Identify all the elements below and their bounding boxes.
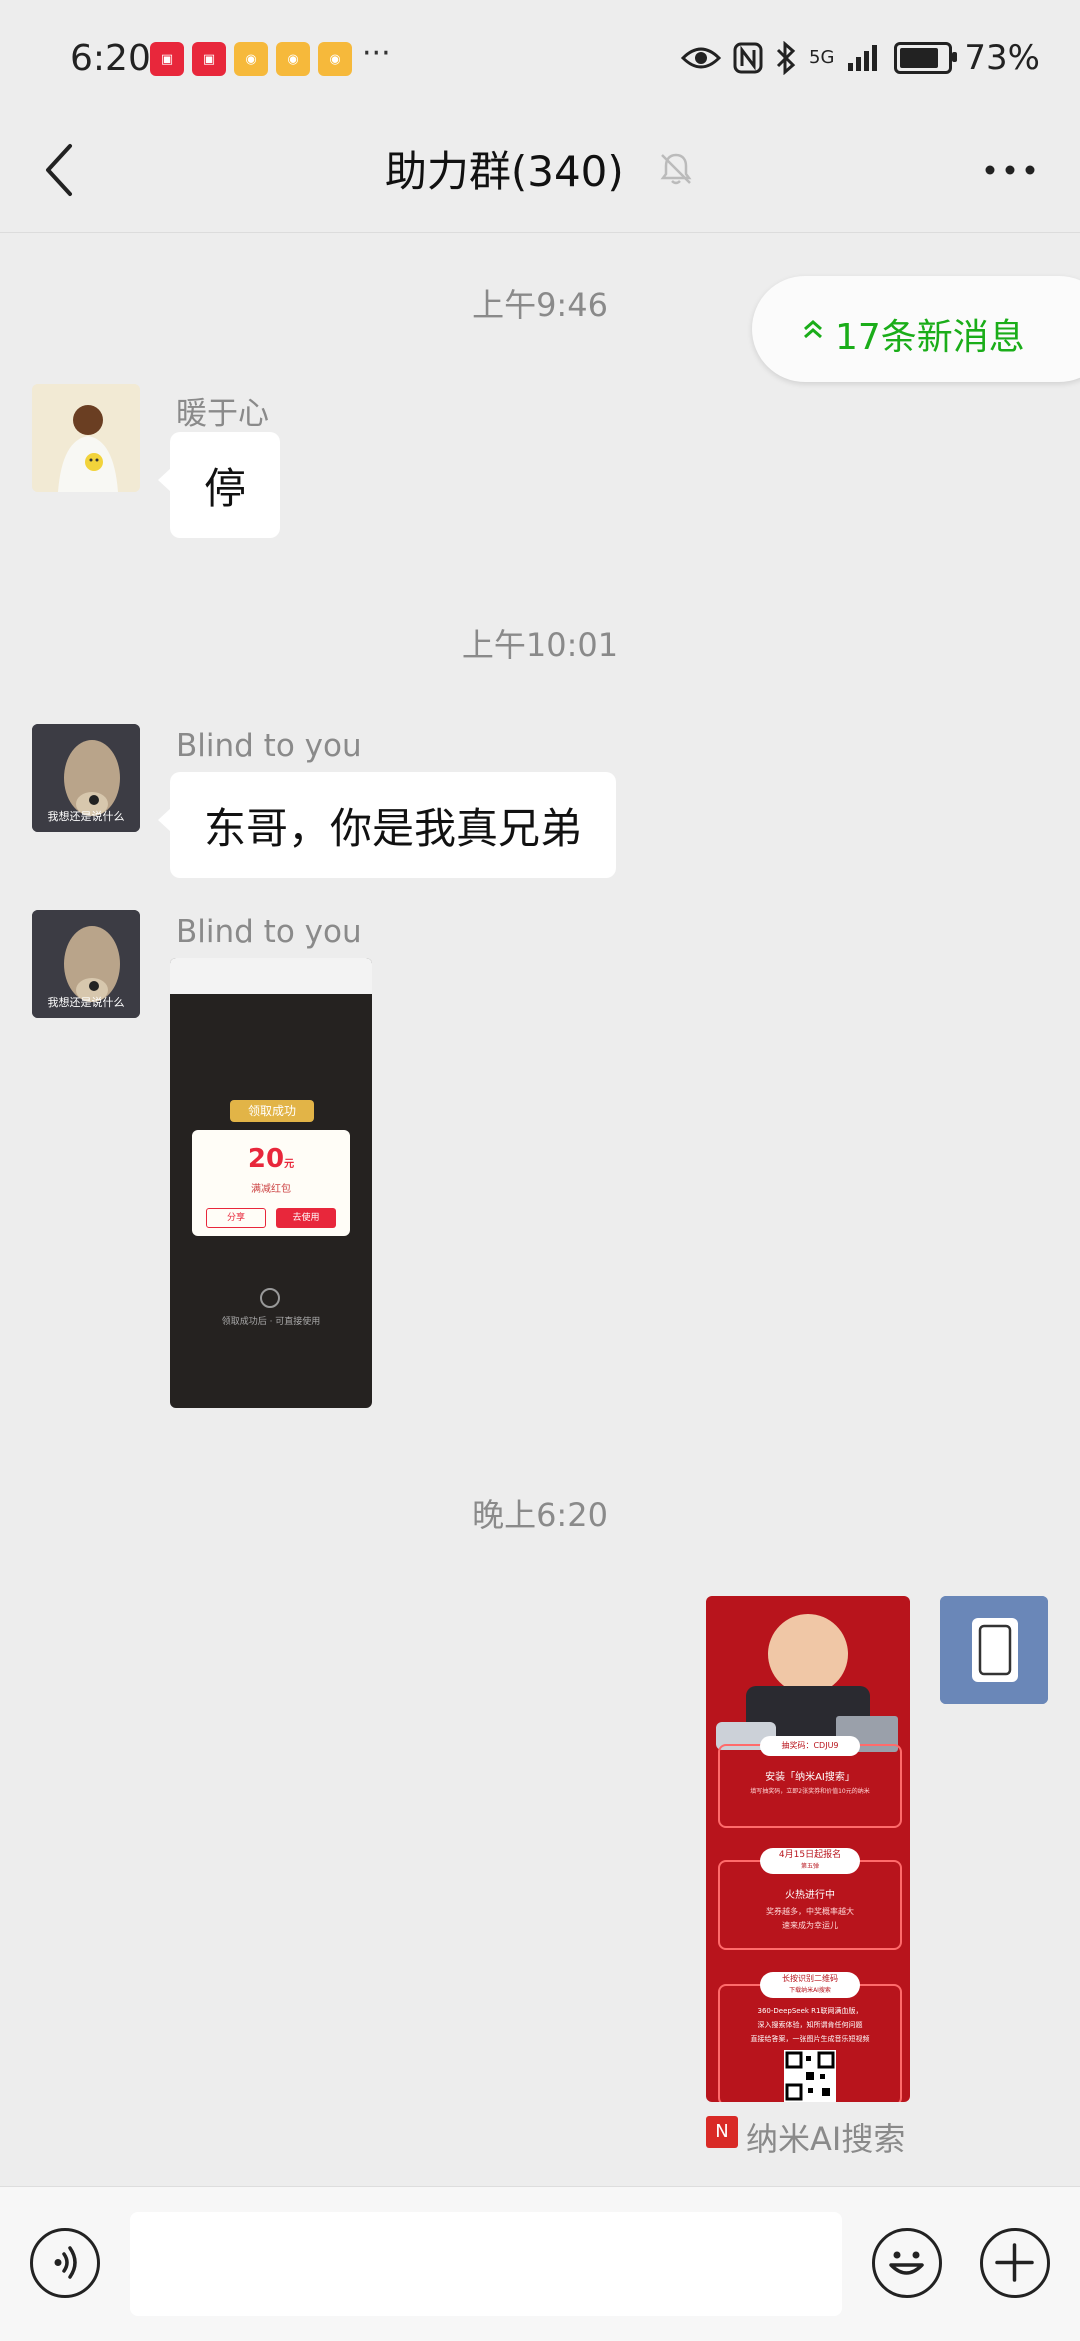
card-icon: [940, 1596, 1048, 1704]
hongbao-app-icon: ▣: [150, 42, 184, 76]
weibo-icon: ◉: [318, 42, 352, 76]
self-avatar[interactable]: [940, 1596, 1048, 1704]
screenshot-btn-left: 分享: [206, 1208, 266, 1228]
battery-icon: [894, 42, 958, 74]
promo-code: 抽奖码：CDJU9: [760, 1736, 860, 1756]
timestamp: 上午10:01: [461, 626, 619, 664]
promo-ds3: 直接给答案，一张图片生成音乐短视频: [750, 2035, 870, 2043]
promo-hot: 火热进行中: [785, 1890, 835, 1901]
screenshot-btn-right: 去使用: [276, 1208, 336, 1228]
header-divider: [0, 232, 1080, 233]
screenshot-amount: 20元: [192, 1144, 350, 1174]
avatar-image: [32, 384, 140, 492]
chat-title: 助力群(340): [384, 147, 624, 196]
message-text: 东哥，你是我真兄弟: [204, 803, 583, 853]
more-options-icon[interactable]: [980, 150, 1040, 190]
promo-qr-tag: 长按识别二维码 下载纳米AI搜索: [760, 1972, 860, 1998]
promo-hot-sub1: 奖券越多，中奖概率越大: [766, 1907, 854, 1916]
promo-date-sub: 第五弹: [800, 1863, 819, 1870]
status-right: 5G 73%: [681, 38, 1040, 78]
image-message[interactable]: 抽奖码：CDJU9 安装「纳米AI搜索」 填写抽奖码，立即2张奖券和价值10元的…: [706, 1596, 910, 2102]
message-text: 停: [204, 463, 247, 513]
avatar-caption: 我想还是说什么: [47, 996, 125, 1009]
battery-percent: 73%: [964, 38, 1040, 78]
promo-install-sub: 填写抽奖码，立即2张奖券和价值10元的纳米: [750, 1788, 870, 1795]
avatar[interactable]: 我想还是说什么: [32, 724, 140, 832]
eye-icon: [681, 47, 722, 69]
promo-qr-title: 长按识别二维码: [782, 1974, 838, 1983]
status-bar: 6:20 ▣ ▣ ◉ ◉ ◉ ··· 5G 73%: [0, 0, 1080, 122]
mute-bell-icon: [660, 153, 692, 184]
avatar[interactable]: [32, 384, 140, 492]
sender-name: 暖于心: [176, 396, 269, 432]
chat-title-wrap[interactable]: 助力群(340): [0, 138, 1080, 199]
emoji-icon: [889, 2251, 924, 2275]
promo-ds2: 深入搜索体验，知所谓肯任何问题: [757, 2021, 863, 2029]
status-time: 6:20: [70, 38, 151, 79]
message-bubble[interactable]: 东哥，你是我真兄弟: [157, 772, 617, 878]
weibo-icon: ◉: [234, 42, 268, 76]
voice-button[interactable]: [30, 2228, 100, 2298]
promo-box-2: 4月15日起报名 第五弹 火热进行中 奖券越多，中奖概率越大 速来成为幸运儿: [718, 1848, 902, 1950]
source-label[interactable]: 纳米AI搜索: [746, 2114, 905, 2160]
promo-box-1: 抽奖码：CDJU9 安装「纳米AI搜索」 填写抽奖码，立即2张奖券和价值10元的…: [718, 1736, 902, 1828]
hongbao-app-icon: ▣: [192, 42, 226, 76]
battery-fill: [900, 48, 939, 68]
sender-name: Blind to you: [176, 728, 362, 764]
message-bubble[interactable]: 停: [157, 432, 281, 538]
network-type: 5G: [809, 47, 835, 68]
nami-app-icon: N: [706, 2116, 738, 2148]
emoji-button[interactable]: [872, 2228, 942, 2298]
double-chevron-up-icon: [804, 320, 822, 339]
signal-icon: [848, 45, 878, 71]
screenshot-topbar: [170, 958, 372, 994]
promo-person: [768, 1614, 848, 1694]
message-input[interactable]: [130, 2212, 842, 2316]
promo-ds1: 360-DeepSeek R1联网满血版，: [757, 2007, 863, 2015]
screenshot-amount-value: 20: [247, 1144, 285, 1174]
nfc-icon: [733, 42, 763, 74]
promo-install: 安装「纳米AI搜索」: [765, 1772, 855, 1783]
promo-hot-sub2: 速来成为幸运儿: [782, 1921, 838, 1930]
qr-code-icon: [784, 2050, 836, 2102]
voice-icon: [54, 2246, 77, 2279]
screenshot-sub: 满减红包: [251, 1184, 291, 1195]
new-messages-label: 17条新消息: [835, 317, 1025, 358]
promo-date-tag: 4月15日起报名 第五弹: [760, 1848, 860, 1874]
more-notifications-icon: ···: [362, 36, 391, 71]
bluetooth-icon: [776, 41, 796, 75]
screenshot-close-icon: [260, 1288, 280, 1308]
screenshot-amount-unit: 元: [284, 1159, 295, 1170]
promo-qr-sub: 下载纳米AI搜索: [789, 1987, 831, 1994]
plus-icon: [995, 2243, 1034, 2282]
weibo-icon: ◉: [276, 42, 310, 76]
screenshot-footer: 领取成功后 · 可直接使用: [221, 1317, 321, 1327]
promo-box-3: 长按识别二维码 下载纳米AI搜索 360-DeepSeek R1联网满血版， 深…: [718, 1972, 902, 2102]
promo-date: 4月15日起报名: [778, 1850, 842, 1860]
avatar-caption: 我想还是说什么: [47, 810, 125, 823]
screenshot-card: 20元 满减红包 分享 去使用: [192, 1130, 350, 1236]
more-functions-button[interactable]: [980, 2228, 1050, 2298]
image-message[interactable]: 领取成功 20元 满减红包 分享 去使用 领取成功后 · 可直接使用: [170, 958, 372, 1408]
screenshot-banner: 领取成功: [230, 1100, 314, 1122]
timestamp: 晚上6:20: [472, 1496, 608, 1534]
avatar[interactable]: 我想还是说什么: [32, 910, 140, 1018]
sender-name: Blind to you: [176, 914, 362, 950]
